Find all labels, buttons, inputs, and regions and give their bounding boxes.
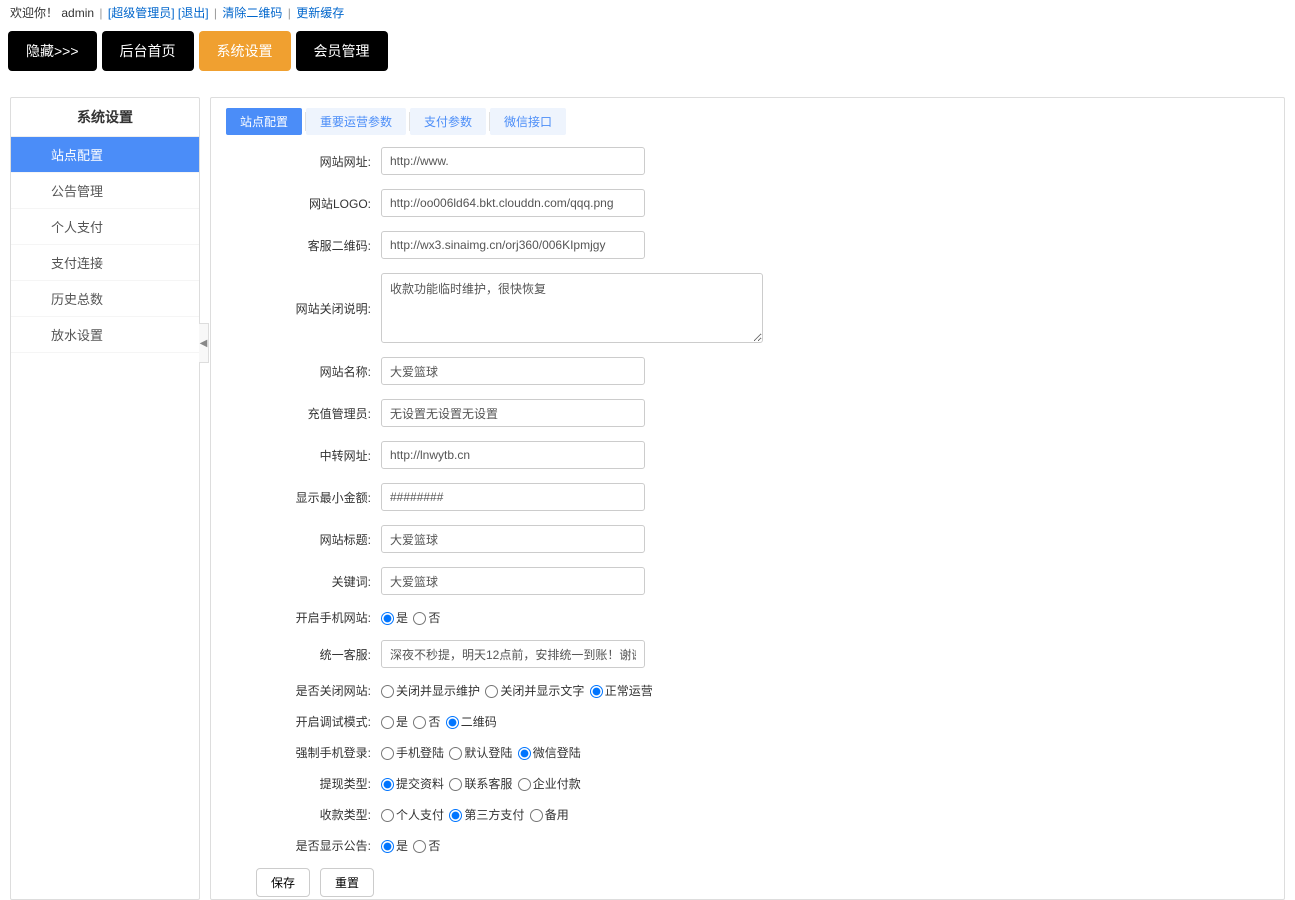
- radio-login-default[interactable]: [449, 747, 462, 760]
- label-cs-qr: 客服二维码:: [226, 237, 381, 254]
- input-relay-url[interactable]: [381, 441, 645, 469]
- radio-notice-yes[interactable]: [381, 840, 394, 853]
- radio-collect-personal[interactable]: [381, 809, 394, 822]
- radio-notice-no[interactable]: [413, 840, 426, 853]
- nav-member-button[interactable]: 会员管理: [296, 31, 388, 71]
- logout-link[interactable]: [退出]: [178, 6, 209, 20]
- sidebar-item-personal-pay[interactable]: 个人支付: [11, 209, 199, 245]
- radio-collect-third[interactable]: [449, 809, 462, 822]
- label-unified-cs: 统一客服:: [226, 646, 381, 663]
- label-logo: 网站LOGO:: [226, 195, 381, 212]
- sidebar-collapse-handle[interactable]: ◀: [199, 323, 209, 363]
- radio-debug-qr[interactable]: [446, 716, 459, 729]
- input-site-url[interactable]: [381, 147, 645, 175]
- radio-collect-backup[interactable]: [530, 809, 543, 822]
- radio-close-text[interactable]: [485, 685, 498, 698]
- label-site-title: 网站标题:: [226, 531, 381, 548]
- sidebar: 系统设置 站点配置 公告管理 个人支付 支付连接 历史总数 放水设置 ◀: [10, 97, 200, 900]
- radio-close-maint[interactable]: [381, 685, 394, 698]
- label-show-notice: 是否显示公告:: [226, 837, 381, 854]
- label-close-site: 是否关闭网站:: [226, 682, 381, 699]
- sidebar-item-site-config[interactable]: 站点配置: [11, 137, 199, 173]
- label-withdraw-type: 提现类型:: [226, 775, 381, 792]
- label-relay-url: 中转网址:: [226, 447, 381, 464]
- sidebar-title: 系统设置: [11, 98, 199, 137]
- update-cache-link[interactable]: 更新缓存: [296, 6, 344, 20]
- input-recharge-admin[interactable]: [381, 399, 645, 427]
- textarea-closed-note[interactable]: [381, 273, 763, 343]
- input-keywords[interactable]: [381, 567, 645, 595]
- label-mobile: 开启手机网站:: [226, 609, 381, 626]
- content-panel: 站点配置 重要运营参数 支付参数 微信接口 网站网址: 网站LOGO: 客服二维…: [210, 97, 1285, 900]
- save-button[interactable]: 保存: [256, 868, 310, 897]
- input-cs-qr[interactable]: [381, 231, 645, 259]
- label-recharge-admin: 充值管理员:: [226, 405, 381, 422]
- reset-button[interactable]: 重置: [320, 868, 374, 897]
- welcome-text: 欢迎你！: [10, 6, 58, 20]
- input-min-amount[interactable]: [381, 483, 645, 511]
- nav-system-button[interactable]: 系统设置: [199, 31, 291, 71]
- input-unified-cs[interactable]: [381, 640, 645, 668]
- radio-withdraw-submit[interactable]: [381, 778, 394, 791]
- input-site-title[interactable]: [381, 525, 645, 553]
- radio-mobile-yes[interactable]: [381, 612, 394, 625]
- sidebar-item-release[interactable]: 放水设置: [11, 317, 199, 353]
- label-site-name: 网站名称:: [226, 363, 381, 380]
- label-closed-note: 网站关闭说明:: [226, 300, 381, 317]
- tab-wechat-api[interactable]: 微信接口: [490, 108, 566, 135]
- radio-debug-yes[interactable]: [381, 716, 394, 729]
- tabs: 站点配置 重要运营参数 支付参数 微信接口: [226, 108, 1269, 135]
- username: admin: [61, 6, 94, 20]
- nav-home-button[interactable]: 后台首页: [102, 31, 194, 71]
- input-logo[interactable]: [381, 189, 645, 217]
- tab-site-config[interactable]: 站点配置: [226, 108, 302, 135]
- label-min-amount: 显示最小金额:: [226, 489, 381, 506]
- role-link[interactable]: [超级管理员]: [108, 6, 175, 20]
- tab-operation-params[interactable]: 重要运营参数: [306, 108, 406, 135]
- input-site-name[interactable]: [381, 357, 645, 385]
- sidebar-item-pay-link[interactable]: 支付连接: [11, 245, 199, 281]
- label-collect-type: 收款类型:: [226, 806, 381, 823]
- sidebar-item-history[interactable]: 历史总数: [11, 281, 199, 317]
- label-force-login: 强制手机登录:: [226, 744, 381, 761]
- top-bar: 欢迎你！ admin | [超级管理员] [退出] | 清除二维码 | 更新缓存: [0, 0, 1295, 25]
- label-keywords: 关键词:: [226, 573, 381, 590]
- radio-mobile-no[interactable]: [413, 612, 426, 625]
- label-site-url: 网站网址:: [226, 153, 381, 170]
- sidebar-item-notice[interactable]: 公告管理: [11, 173, 199, 209]
- radio-login-wechat[interactable]: [518, 747, 531, 760]
- tab-pay-params[interactable]: 支付参数: [410, 108, 486, 135]
- radio-close-running[interactable]: [590, 685, 603, 698]
- radio-withdraw-contact[interactable]: [449, 778, 462, 791]
- radio-login-phone[interactable]: [381, 747, 394, 760]
- radio-debug-no[interactable]: [413, 716, 426, 729]
- radio-withdraw-enterprise[interactable]: [518, 778, 531, 791]
- main-nav: 隐藏>>> 后台首页 系统设置 会员管理: [0, 25, 1295, 77]
- clear-qr-link[interactable]: 清除二维码: [222, 6, 282, 20]
- label-debug: 开启调试模式:: [226, 713, 381, 730]
- nav-hide-button[interactable]: 隐藏>>>: [8, 31, 97, 71]
